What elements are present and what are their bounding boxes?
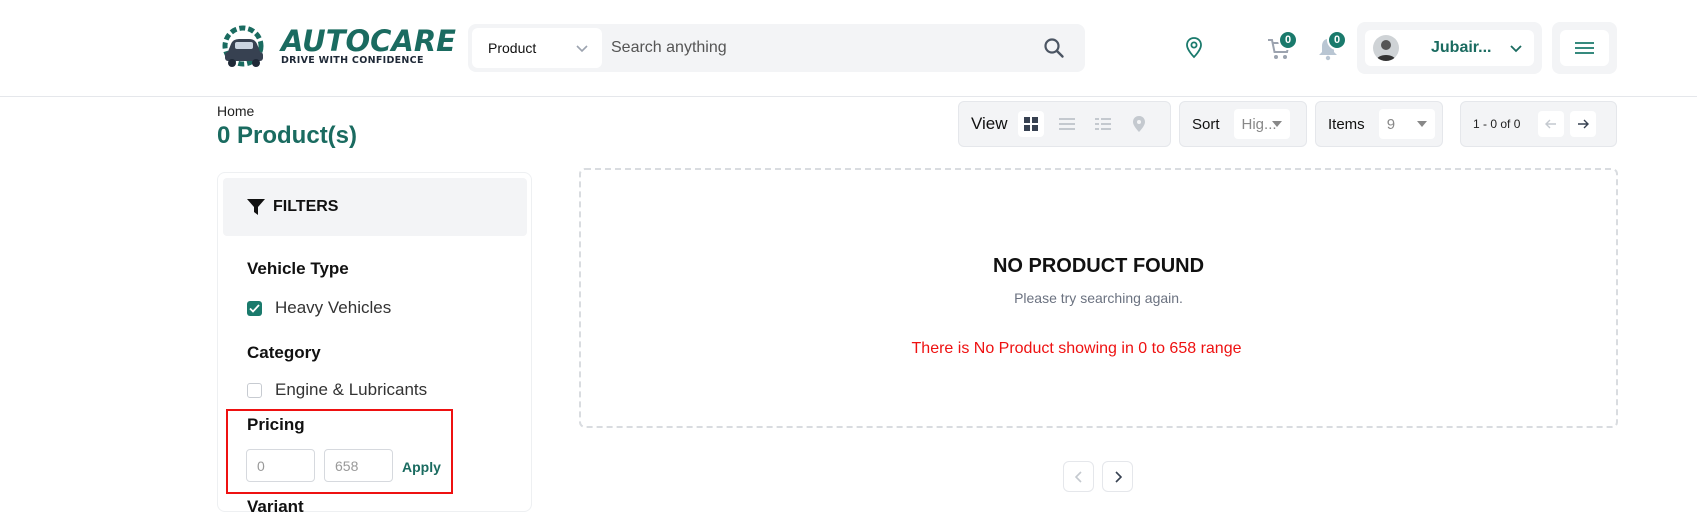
variant-title: Variant [247, 497, 304, 516]
grid-icon [1023, 117, 1038, 131]
map-view-button[interactable] [1126, 111, 1152, 137]
chevron-left-icon [1074, 470, 1082, 483]
checkbox-checked[interactable] [247, 300, 262, 316]
next-page-button[interactable] [1570, 111, 1597, 137]
arrow-right-icon [1578, 119, 1590, 129]
sort-select[interactable]: Hig... [1233, 109, 1290, 139]
user-avatar-icon [1376, 40, 1396, 61]
check-icon [249, 303, 260, 313]
user-name: Jubair... [1431, 39, 1492, 56]
grid-view-button[interactable] [1017, 111, 1044, 137]
empty-title: NO PRODUCT FOUND [992, 255, 1205, 277]
cart-count-badge: 0 [1278, 30, 1298, 50]
page-title: 0 Product(s) [217, 122, 358, 149]
category-title: Category [247, 343, 321, 362]
compact-list-view-button[interactable] [1090, 111, 1116, 137]
search-input[interactable] [611, 28, 1031, 68]
map-pin-icon [1132, 116, 1145, 132]
checkbox-unchecked[interactable] [247, 382, 262, 398]
arrow-left-icon [1545, 119, 1557, 129]
search-category-select[interactable]: Product [472, 28, 602, 68]
empty-subtitle: Please try searching again. [1014, 290, 1183, 306]
logo-title: AUTOCARE [281, 23, 456, 58]
list-icon [1058, 118, 1075, 130]
items-label: Items [1328, 115, 1365, 133]
list-detail-icon [1094, 118, 1111, 130]
next-page-bottom-button[interactable] [1102, 461, 1133, 492]
result-range-text: 1 - 0 of 0 [1473, 117, 1521, 131]
items-value: 9 [1386, 115, 1396, 133]
pricing-highlight-box [226, 409, 453, 494]
hamburger-menu-button[interactable] [1552, 22, 1617, 74]
items-per-page-control: Items 9 [1315, 101, 1443, 147]
filter-option-engine-lubricants[interactable]: Engine & Lubricants [247, 380, 427, 400]
filters-title: FILTERS [273, 198, 339, 215]
items-per-page-select[interactable]: 9 [1378, 109, 1435, 139]
notification-count-badge: 0 [1327, 30, 1347, 50]
empty-results-panel: NO PRODUCT FOUND Please try searching ag… [579, 168, 1618, 428]
chevron-down-icon [576, 45, 588, 53]
car-gear-logo-icon [222, 25, 264, 67]
breadcrumb[interactable]: Home [217, 103, 254, 119]
chevron-right-icon [1114, 470, 1122, 483]
empty-range-note: There is No Product showing in 0 to 658 … [911, 340, 1242, 357]
list-view-button[interactable] [1054, 111, 1080, 137]
view-label: View [971, 114, 1008, 133]
location-pin-icon[interactable] [1181, 35, 1207, 61]
result-range-control: 1 - 0 of 0 [1460, 101, 1617, 147]
prev-page-button[interactable] [1538, 111, 1565, 137]
search-icon[interactable] [1043, 37, 1065, 59]
prev-page-bottom-button[interactable] [1063, 461, 1094, 492]
avatar [1373, 35, 1399, 61]
autocare-logo[interactable]: AUTOCARE DRIVE WITH CONFIDENCE [217, 24, 456, 68]
sort-label: Sort [1192, 115, 1220, 133]
filters-header: FILTERS [223, 178, 527, 236]
filter-option-heavy-vehicles[interactable]: Heavy Vehicles [247, 298, 391, 318]
filter-funnel-icon [247, 199, 265, 215]
hamburger-icon [1575, 42, 1594, 54]
view-toggle-group: View [958, 101, 1171, 147]
filter-option-label: Engine & Lubricants [275, 380, 428, 399]
site-header: AUTOCARE DRIVE WITH CONFIDENCE Product 0… [0, 0, 1697, 97]
caret-down-icon [1416, 121, 1427, 127]
filter-option-label: Heavy Vehicles [275, 298, 392, 317]
sort-control: Sort Hig... [1179, 101, 1307, 147]
caret-down-icon [1271, 121, 1282, 127]
search-category-value: Product [488, 40, 537, 56]
search-bar: Product [468, 24, 1085, 72]
vehicle-type-title: Vehicle Type [247, 259, 349, 278]
chevron-down-icon [1510, 45, 1522, 53]
user-menu[interactable]: Jubair... [1357, 22, 1542, 74]
